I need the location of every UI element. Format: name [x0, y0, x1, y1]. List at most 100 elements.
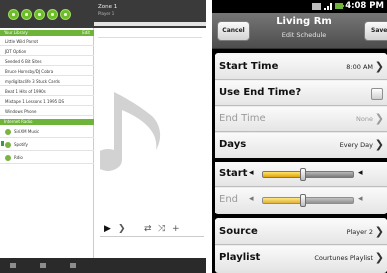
source-value: Player 2 — [346, 228, 373, 236]
zone-subtitle: Player 1 — [98, 11, 115, 16]
use-end-time-row[interactable]: Use End Time? — [215, 81, 387, 106]
speaker-minus-icon: ◂ — [249, 168, 254, 178]
chevron-right-icon: ❯ — [374, 225, 384, 238]
save-button[interactable]: Save — [364, 21, 387, 41]
radio-item-label: Rdio — [14, 155, 23, 160]
selected-marker-icon — [1, 141, 4, 146]
repeat-button[interactable]: ⇄ — [144, 224, 152, 234]
days-row[interactable]: Days Every Day ❯ — [215, 133, 387, 158]
list-item-label: Seeded 6 Bit Sites — [5, 59, 42, 64]
end-volume-thumb[interactable] — [300, 194, 307, 207]
list-item[interactable]: JDT Option — [0, 47, 94, 56]
list-item[interactable]: Little Wild Parrot — [0, 37, 94, 46]
recent-apps-icon[interactable] — [70, 263, 76, 268]
radio-item[interactable]: Spotify — [0, 139, 94, 151]
source-group: Source Player 2 ❯ Playlist Courtunes Pla… — [215, 218, 387, 273]
end-time-row[interactable]: End Time None ❯ — [215, 107, 387, 132]
list-item[interactable]: Windows Phone — [0, 107, 94, 116]
queue-header — [98, 32, 202, 38]
list-item[interactable]: Seeded 6 Bit Sites — [0, 57, 94, 66]
power-icon[interactable] — [60, 9, 71, 20]
days-value: Every Day — [339, 141, 373, 149]
list-item-label: mydigitaclife 3 Stuck Cards — [5, 79, 60, 84]
library-section-label: Your Library — [4, 30, 28, 35]
library-edit-button[interactable]: Edit — [82, 30, 90, 36]
list-item-label: Windows Phone — [5, 109, 37, 114]
service-logo-icon — [5, 129, 11, 135]
phone-app-screenshot: 4:08 PM Cancel Living Rm Edit Schedule S… — [212, 0, 387, 273]
library-section-header: Your Library Edit — [0, 30, 94, 36]
title-bar: Cancel Living Rm Edit Schedule Save — [212, 13, 387, 49]
radio-section-header: Internet Radio — [0, 119, 94, 125]
chevron-right-icon: ❯ — [374, 60, 384, 73]
start-time-value: 8:00 AM — [346, 63, 373, 71]
search-icon[interactable] — [34, 9, 45, 20]
list-item[interactable]: Bruce Hornsby/DJ Cobra — [0, 67, 94, 76]
start-time-label: Start Time — [219, 61, 279, 72]
network-icon — [312, 3, 321, 10]
progress-track[interactable] — [100, 236, 204, 237]
list-item-label: Mixtape 1 Lessons 1 1995 DS — [5, 99, 65, 104]
list-item[interactable]: Beat 1 Hits of 1990s — [0, 87, 94, 96]
add-button[interactable]: + — [172, 224, 180, 234]
now-playing-area: ▶ ❯ ⇄ ⤨ + — [94, 28, 206, 258]
list-item-label: Bruce Hornsby/DJ Cobra — [5, 69, 54, 74]
zone-title: Zone 1 — [98, 4, 118, 10]
schedule-time-group: Start Time 8:00 AM ❯ Use End Time? End T… — [215, 53, 387, 158]
chevron-right-icon: ❯ — [374, 138, 384, 151]
status-time: 4:08 PM — [345, 1, 384, 11]
tablet-app-screenshot: Zone 1 Player 1 Your Library Edit Little… — [0, 0, 206, 273]
list-item-label: JDT Option — [5, 49, 27, 54]
list-item-label: Little Wild Parrot — [5, 39, 39, 44]
service-logo-icon — [5, 155, 11, 161]
start-time-row[interactable]: Start Time 8:00 AM ❯ — [215, 55, 387, 80]
radio-item[interactable]: Rdio — [0, 152, 94, 164]
back-icon[interactable] — [10, 263, 16, 268]
chevron-right-icon: ❯ — [374, 251, 384, 264]
tablet-top-bar: Zone 1 Player 1 — [0, 0, 206, 28]
radio-item[interactable]: SiriXM Music — [0, 126, 94, 138]
start-volume-thumb[interactable] — [300, 168, 307, 181]
speaker-plus-icon: ◂ — [358, 168, 363, 178]
list-item[interactable]: mydigitaclife 3 Stuck Cards — [0, 77, 94, 86]
page-title: Living Rm — [276, 16, 332, 27]
source-row[interactable]: Source Player 2 ❯ — [215, 220, 387, 245]
status-bar: 4:08 PM — [212, 0, 387, 13]
music-note-icon — [100, 92, 161, 171]
settings-icon[interactable] — [47, 9, 58, 20]
start-volume-label: Start — [219, 168, 248, 179]
start-volume-slider[interactable] — [262, 171, 354, 178]
library-sidebar: Your Library Edit Little Wild Parrot JDT… — [0, 28, 94, 258]
end-volume-label: End — [219, 194, 239, 205]
home-nav-icon[interactable] — [40, 263, 46, 268]
play-button[interactable]: ▶ — [104, 224, 111, 234]
now-playing-header — [94, 22, 206, 26]
shuffle-button[interactable]: ⤨ — [158, 224, 165, 234]
playlist-value: Courtunes Playlist — [314, 254, 373, 262]
end-time-label: End Time — [219, 113, 266, 124]
list-item-label: Beat 1 Hits of 1990s — [5, 89, 46, 94]
next-button[interactable]: ❯ — [118, 224, 126, 234]
start-volume-fill — [263, 172, 304, 177]
end-volume-fill — [263, 198, 304, 203]
end-volume-slider[interactable] — [262, 197, 354, 204]
chevron-right-icon: ❯ — [374, 112, 384, 125]
radio-section-label: Internet Radio — [4, 119, 33, 124]
tablet-bottom-bar — [0, 258, 206, 273]
service-logo-icon — [5, 142, 11, 148]
days-label: Days — [219, 139, 247, 150]
end-time-value: None — [356, 115, 373, 123]
speaker-minus-icon: ◂ — [249, 194, 254, 204]
list-item[interactable]: Mixtape 1 Lessons 1 1995 DS — [0, 97, 94, 106]
start-volume-row: Start ◂ ◂ — [215, 162, 387, 187]
use-end-time-checkbox[interactable] — [371, 88, 383, 100]
playback-controls: ▶ ❯ ⇄ ⤨ + — [100, 224, 204, 237]
cancel-button[interactable]: Cancel — [217, 21, 250, 41]
use-end-time-label: Use End Time? — [219, 87, 302, 98]
home-icon[interactable] — [8, 9, 19, 20]
zones-icon[interactable] — [21, 9, 32, 20]
radio-item-label: Spotify — [14, 142, 28, 147]
playlist-row[interactable]: Playlist Courtunes Playlist ❯ — [215, 246, 387, 271]
page-subtitle: Edit Schedule — [281, 31, 327, 39]
radio-item-label: SiriXM Music — [14, 129, 40, 134]
